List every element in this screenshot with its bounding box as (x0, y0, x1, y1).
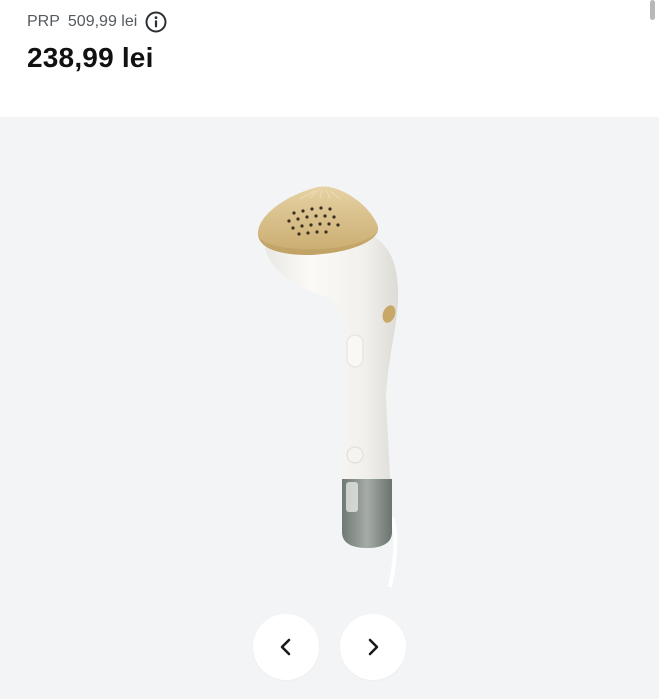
prp-label: PRP (27, 13, 60, 30)
product-image (257, 186, 399, 588)
gallery-prev-button[interactable] (253, 614, 319, 680)
prp-row: PRP 509,99 lei (27, 8, 639, 36)
price-block: PRP 509,99 lei 238,99 lei (27, 8, 639, 116)
page-scrollbar[interactable] (650, 0, 655, 20)
product-gallery (0, 117, 659, 699)
chevron-right-icon (368, 638, 379, 656)
chevron-left-icon (280, 638, 291, 656)
gallery-next-button[interactable] (340, 614, 406, 680)
sale-price: 238,99 lei (27, 42, 154, 73)
info-icon[interactable] (145, 11, 167, 33)
prp-value: 509,99 lei (67, 13, 138, 30)
